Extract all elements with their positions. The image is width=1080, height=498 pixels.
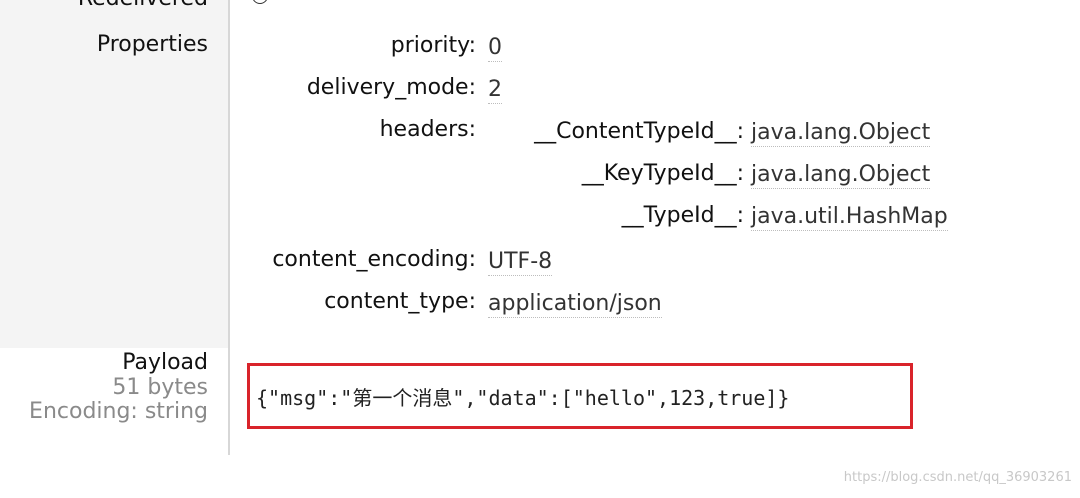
header-content-type-id-value: java.lang.Object [751, 120, 931, 147]
priority-key: priority: [390, 33, 476, 58]
headers-key: headers: [379, 117, 476, 142]
payload-size: 51 bytes [112, 375, 208, 400]
content-encoding-value: UTF-8 [488, 249, 553, 276]
column-divider [228, 0, 230, 455]
payload-encoding: Encoding: string [29, 399, 208, 424]
delivery-mode-key: delivery_mode: [306, 75, 476, 100]
payload-content: {"msg":"第一个消息","data":["hello",123,true]… [256, 386, 790, 410]
header-type-id-key: __TypeId__: [621, 203, 744, 228]
header-content-type-id-key: __ContentTypeId__: [534, 119, 744, 144]
content-type-key: content_type: [324, 289, 476, 314]
payload-label: Payload [122, 350, 208, 375]
priority-value: 0 [488, 35, 502, 62]
delivery-mode-value: 2 [488, 77, 502, 104]
redelivered-label: Redelivered [78, 0, 208, 11]
watermark: https://blog.csdn.net/qq_36903261 [843, 470, 1072, 485]
header-key-type-id-key: __KeyTypeId__: [581, 161, 744, 186]
content-encoding-key: content_encoding: [272, 247, 476, 272]
header-key-type-id-value: java.lang.Object [751, 162, 931, 189]
properties-section-label: Properties [96, 32, 208, 57]
redelivered-radio-icon [252, 0, 268, 4]
payload-highlight-box: {"msg":"第一个消息","data":["hello",123,true]… [247, 363, 913, 429]
content-type-value: application/json [488, 291, 662, 318]
header-type-id-value: java.util.HashMap [751, 204, 948, 231]
